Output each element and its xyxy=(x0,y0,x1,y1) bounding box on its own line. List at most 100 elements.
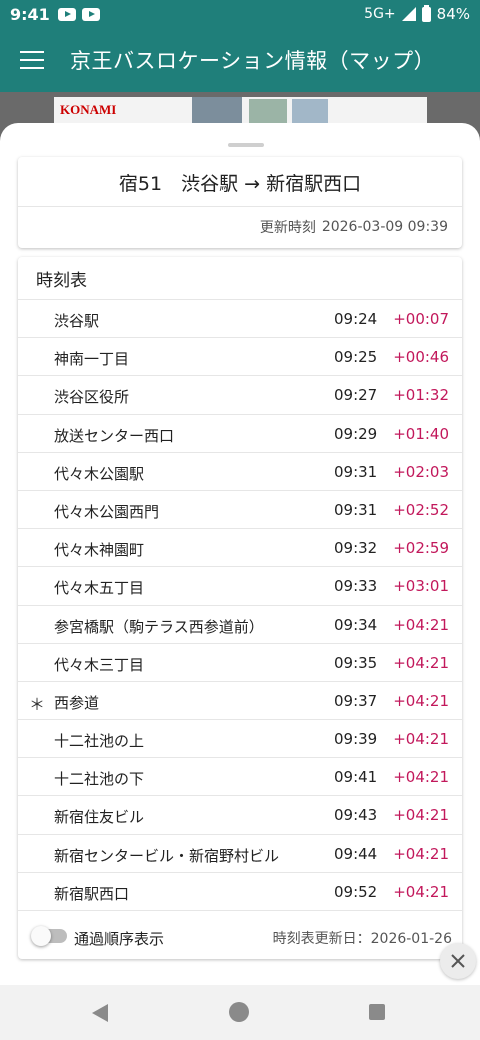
stop-name: 新宿駅西口 xyxy=(54,884,130,903)
timetable-row[interactable]: 渋谷駅 09:24 +00:07 xyxy=(18,300,462,339)
stop-name: 神南一丁目 xyxy=(54,350,130,369)
close-icon xyxy=(451,954,465,968)
delay-time: +04:21 xyxy=(393,730,449,749)
scheduled-time: 09:33 xyxy=(334,577,378,596)
update-time-value: 2026-03-09 09:39 xyxy=(321,219,448,235)
timetable-footer: 通過順序表示 時刻表更新日：2026-01-26 xyxy=(18,915,462,959)
delay-time: +02:52 xyxy=(393,500,449,519)
stop-name: 十二社池の下 xyxy=(54,770,145,789)
back-triangle-icon[interactable] xyxy=(92,1004,108,1022)
delay-time: +04:21 xyxy=(393,844,449,863)
stop-name: 渋谷駅 xyxy=(54,312,100,330)
stop-name: 渋谷区役所 xyxy=(54,388,130,407)
scheduled-time: 09:44 xyxy=(334,844,378,863)
signal-icon xyxy=(401,7,416,21)
timetable-row[interactable]: 渋谷区役所 09:27 +01:32 xyxy=(18,376,462,415)
youtube-notification-icon xyxy=(57,7,76,21)
stop-name: 代々木三丁目 xyxy=(54,655,145,674)
battery-percent: 84% xyxy=(436,5,470,23)
sheet-drag-handle[interactable] xyxy=(228,143,264,147)
stop-name: 代々木五丁目 xyxy=(54,579,145,598)
timetable-row[interactable]: 新宿駅西口 09:52 +04:21 xyxy=(18,873,462,911)
route-card: 宿51 渋谷駅 → 新宿駅西口 更新時刻 2026-03-09 09:39 xyxy=(18,157,462,248)
status-indicators: 5G+ 84% xyxy=(364,4,470,23)
delay-time: +03:01 xyxy=(393,577,449,596)
timetable-row[interactable]: 代々木公園駅 09:31 +02:03 xyxy=(18,453,462,491)
scheduled-time: 09:31 xyxy=(334,500,378,519)
system-nav-bar xyxy=(0,985,480,1040)
scheduled-time: 09:32 xyxy=(334,539,378,558)
app-title: 京王バスロケーション情報（マップ） xyxy=(70,49,436,73)
scheduled-time: 09:41 xyxy=(334,768,378,787)
scheduled-time: 09:29 xyxy=(334,424,378,443)
stop-name: 代々木神園町 xyxy=(54,541,145,560)
delay-time: +04:21 xyxy=(393,768,449,787)
delay-time: +01:40 xyxy=(393,424,449,443)
update-time-row: 更新時刻 2026-03-09 09:39 xyxy=(18,207,462,247)
timetable-row[interactable]: 代々木公園西門 09:31 +02:52 xyxy=(18,491,462,530)
toggle-knob[interactable] xyxy=(31,926,51,946)
delay-time: +04:21 xyxy=(393,882,449,901)
delay-time: +04:21 xyxy=(393,691,449,710)
timetable-row[interactable]: 十二社池の上 09:39 +04:21 xyxy=(18,720,462,759)
delay-time: +04:21 xyxy=(393,806,449,825)
scheduled-time: 09:39 xyxy=(334,730,378,749)
timetable-row[interactable]: ＊ 西参道 09:37 +04:21 xyxy=(18,682,462,721)
hamburger-menu-icon[interactable] xyxy=(20,51,44,69)
ad-brand-logo: KONAMI xyxy=(60,102,117,117)
network-label: 5G+ xyxy=(364,6,396,22)
delay-time: +02:59 xyxy=(393,539,449,558)
timetable-heading: 時刻表 xyxy=(18,257,462,300)
pass-order-toggle[interactable] xyxy=(31,926,67,946)
timetable-row[interactable]: 代々木神園町 09:32 +02:59 xyxy=(18,529,462,568)
stop-name: 十二社池の上 xyxy=(54,732,145,751)
timetable-row[interactable]: 新宿センタービル・新宿野村ビル 09:44 +04:21 xyxy=(18,835,462,873)
pass-order-toggle-label: 通過順序表示 xyxy=(74,930,165,948)
scheduled-time: 09:35 xyxy=(334,653,378,672)
scheduled-time: 09:27 xyxy=(334,386,378,405)
delay-time: +00:46 xyxy=(393,348,449,367)
timetable-row[interactable]: 代々木三丁目 09:35 +04:21 xyxy=(18,644,462,682)
stop-name: 放送センター西口 xyxy=(54,426,175,445)
timetable-row[interactable]: 新宿住友ビル 09:43 +04:21 xyxy=(18,796,462,835)
timetable-row[interactable]: 神南一丁目 09:25 +00:46 xyxy=(18,338,462,377)
app-bar: 京王バスロケーション情報（マップ） xyxy=(0,28,480,92)
timetable-row[interactable]: 十二社池の下 09:41 +04:21 xyxy=(18,758,462,797)
delay-time: +04:21 xyxy=(393,653,449,672)
route-title: 宿51 渋谷駅 → 新宿駅西口 xyxy=(18,157,462,207)
scheduled-time: 09:25 xyxy=(334,348,378,367)
recents-square-icon[interactable] xyxy=(369,1004,385,1020)
status-bar: 9:41 5G+ 84% xyxy=(0,0,480,28)
timetable-row[interactable]: 代々木五丁目 09:33 +03:01 xyxy=(18,567,462,606)
scheduled-time: 09:52 xyxy=(334,882,378,901)
delay-time: +02:03 xyxy=(393,462,449,481)
close-button[interactable] xyxy=(440,943,476,979)
scheduled-time: 09:34 xyxy=(334,615,378,634)
home-circle-icon[interactable] xyxy=(229,1002,249,1022)
scheduled-time: 09:24 xyxy=(334,310,378,328)
route-title-text: 宿51 渋谷駅 → 新宿駅西口 xyxy=(118,173,362,195)
timetable-updated-date: 時刻表更新日：2026-01-26 xyxy=(272,931,452,947)
update-time-label: 更新時刻 xyxy=(259,220,316,236)
timetable-card: 時刻表 渋谷駅 09:24 +00:07 神南一丁目 09:25 +00:46 渋谷区役所 0… xyxy=(18,257,462,959)
stop-name: 代々木公園西門 xyxy=(54,502,160,521)
delay-time: +04:21 xyxy=(393,615,449,634)
delay-time: +01:32 xyxy=(393,386,449,405)
battery-icon xyxy=(421,4,431,22)
timetable-row[interactable]: 参宮橋駅（駒テラス西参道前） 09:34 +04:21 xyxy=(18,606,462,644)
stop-name: 参宮橋駅（駒テラス西参道前） xyxy=(54,617,264,636)
scheduled-time: 09:43 xyxy=(334,806,378,825)
scheduled-time: 09:31 xyxy=(334,462,378,481)
status-time: 9:41 xyxy=(10,4,50,24)
timetable-row[interactable]: 放送センター西口 09:29 +01:40 xyxy=(18,415,462,453)
stop-name: 代々木公園駅 xyxy=(54,464,145,483)
current-position-marker: ＊ xyxy=(29,694,46,714)
timetable-list: 渋谷駅 09:24 +00:07 神南一丁目 09:25 +00:46 渋谷区役所 09:27… xyxy=(18,300,462,911)
stop-name: 新宿住友ビル xyxy=(54,808,145,827)
delay-time: +00:07 xyxy=(393,310,449,328)
stop-name: 新宿センタービル・新宿野村ビル xyxy=(54,846,280,865)
youtube-notification-icon xyxy=(81,7,100,21)
stop-name: 西参道 xyxy=(54,693,100,712)
bottom-sheet: 宿51 渋谷駅 → 新宿駅西口 更新時刻 2026-03-09 09:39 時刻… xyxy=(0,123,480,985)
scheduled-time: 09:37 xyxy=(334,691,378,710)
